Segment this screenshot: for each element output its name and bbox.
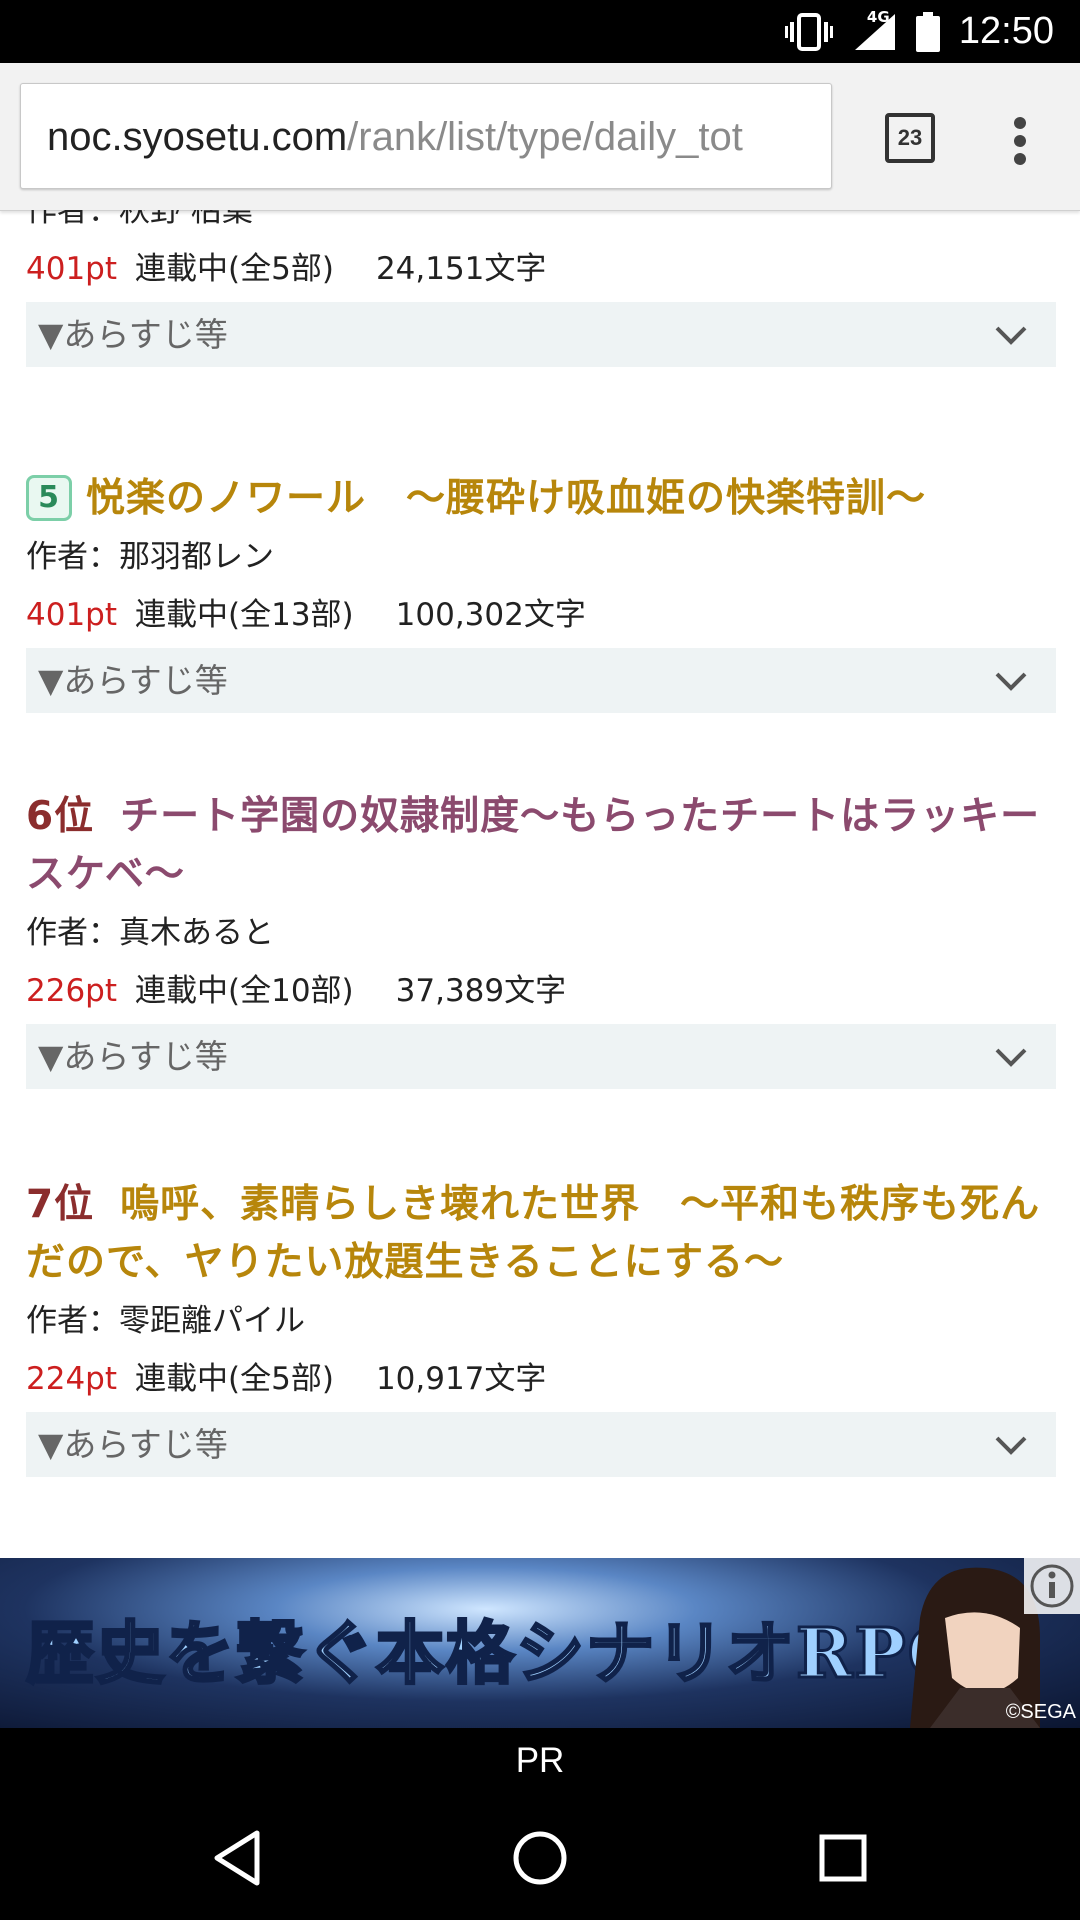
entry-stats: 224pt 連載中(全5部) 10,917文字 — [26, 1350, 1056, 1408]
char-count: 37,389文字 — [395, 973, 567, 1009]
summary-label: ▼あらすじ等 — [38, 1037, 228, 1076]
ad-credit: ©SEGA — [1005, 1701, 1076, 1723]
vibrate-icon — [784, 12, 833, 51]
author: 作者：那羽都レン — [26, 539, 274, 575]
author: 作者：真木あると — [26, 915, 274, 951]
points: 401pt — [26, 251, 118, 287]
battery-icon — [915, 11, 940, 52]
char-count: 24,151文字 — [375, 251, 547, 287]
serial-status: 連載中(全13部) — [135, 597, 354, 633]
ranking-list: 作者：秋野 枯葉 401pt 連載中(全5部) 24,151文字 ▼あらすじ等 5悦… — [0, 210, 1080, 1558]
chevron-down-icon — [995, 672, 1027, 691]
ad-info-button[interactable] — [1024, 1558, 1080, 1614]
browser-toolbar: noc.syosetu.com/rank/list/type/daily_tot… — [0, 63, 1080, 211]
summary-label: ▼あらすじ等 — [38, 315, 228, 354]
android-nav-bar — [0, 1793, 1080, 1920]
url-path: /rank/list/type/daily_tot — [347, 115, 743, 159]
ranking-entry: 7位 嗚呼、素晴らしき壊れた世界 ～平和も秩序も死んだので、ヤりたい放題生きること… — [26, 1176, 1056, 1477]
points: 226pt — [26, 973, 118, 1009]
author: 作者：秋野 枯葉 — [26, 210, 253, 229]
tab-switcher-button[interactable]: 23 — [885, 113, 935, 163]
rank-label: 7位 — [26, 1182, 95, 1227]
clock: 12:50 — [958, 10, 1054, 52]
char-count: 100,302文字 — [395, 597, 586, 633]
char-count: 10,917文字 — [375, 1361, 547, 1397]
recents-icon[interactable] — [808, 1823, 878, 1893]
points: 224pt — [26, 1361, 118, 1397]
novel-title-link[interactable]: 6位 チート学園の奴隷制度～もらったチートはラッキースケベ～ — [26, 788, 1056, 904]
summary-toggle[interactable]: ▼あらすじ等 — [26, 302, 1056, 367]
serial-status: 連載中(全5部) — [135, 251, 334, 287]
entry-stats: 226pt 連載中(全10部) 37,389文字 — [26, 962, 1056, 1020]
info-icon — [1030, 1564, 1074, 1608]
novel-title: 嗚呼、素晴らしき壊れた世界 ～平和も秩序も死んだので、ヤりたい放題生きることにす… — [26, 1182, 1041, 1285]
back-icon[interactable] — [203, 1823, 273, 1893]
status-bar: 4G 12:50 — [0, 0, 1080, 63]
novel-title-link[interactable]: 5 悦楽のノワール ～腰砕け吸血姫の快楽特訓～ — [26, 470, 1056, 528]
novel-title: チート学園の奴隷制度～もらったチートはラッキースケベ～ — [26, 794, 1041, 897]
overflow-menu-icon[interactable] — [1000, 115, 1040, 167]
summary-toggle[interactable]: ▼あらすじ等 — [26, 1412, 1056, 1477]
novel-title: 悦楽のノワール ～腰砕け吸血姫の快楽特訓～ — [86, 476, 927, 521]
signal-icon: 4G — [851, 8, 897, 52]
entry-stats: 401pt 連載中(全5部) 24,151文字 — [26, 240, 1056, 298]
home-icon[interactable] — [505, 1823, 575, 1893]
rank-badge: 5 — [26, 475, 72, 521]
novel-title-link[interactable]: 7位 嗚呼、素晴らしき壊れた世界 ～平和も秩序も死んだので、ヤりたい放題生きること… — [26, 1176, 1056, 1292]
entry-stats: 401pt 連載中(全13部) 100,302文字 — [26, 586, 1056, 644]
ad-headline: 歴史を繋ぐ本格シナリオRPG — [25, 1613, 968, 1696]
rank-label: 6位 — [26, 794, 95, 839]
author: 作者：零距離パイル — [26, 1303, 305, 1339]
summary-toggle[interactable]: ▼あらすじ等 — [26, 1024, 1056, 1089]
summary-label: ▼あらすじ等 — [38, 661, 228, 700]
chevron-down-icon — [995, 326, 1027, 345]
chevron-down-icon — [995, 1436, 1027, 1455]
pr-label: PR — [0, 1728, 1080, 1793]
ranking-entry: 5 悦楽のノワール ～腰砕け吸血姫の快楽特訓～ 作者：那羽都レン 401pt 連載中… — [26, 470, 1056, 713]
summary-toggle[interactable]: ▼あらすじ等 — [26, 648, 1056, 713]
ranking-entry: 作者：秋野 枯葉 401pt 連載中(全5部) 24,151文字 ▼あらすじ等 — [26, 210, 1056, 367]
summary-label: ▼あらすじ等 — [38, 1425, 228, 1464]
serial-status: 連載中(全10部) — [135, 973, 354, 1009]
points: 401pt — [26, 597, 118, 633]
chevron-down-icon — [995, 1048, 1027, 1067]
ad-banner[interactable]: 歴史を繋ぐ本格シナリオRPG ©SEGA — [0, 1558, 1080, 1728]
serial-status: 連載中(全5部) — [135, 1361, 334, 1397]
url-host: noc.syosetu.com — [47, 115, 348, 159]
status-icons: 4G 12:50 — [784, 0, 1054, 63]
ranking-entry: 6位 チート学園の奴隷制度～もらったチートはラッキースケベ～ 作者：真木あると 2… — [26, 788, 1056, 1089]
address-bar[interactable]: noc.syosetu.com/rank/list/type/daily_tot — [20, 83, 832, 189]
